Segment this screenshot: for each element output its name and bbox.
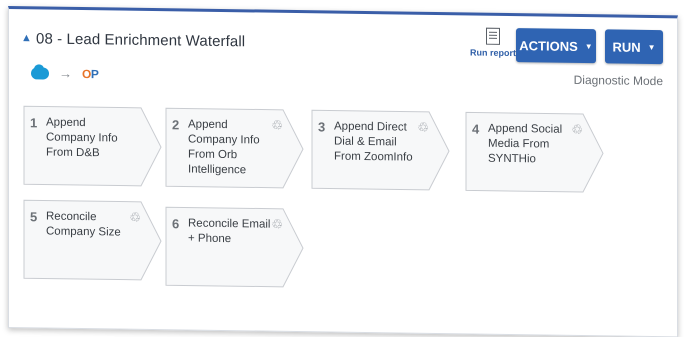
- chevron-down-icon: ▼: [647, 42, 656, 52]
- recycle-icon[interactable]: ♲: [571, 122, 583, 138]
- recycle-icon[interactable]: ♲: [129, 210, 141, 226]
- run-report-link[interactable]: Run report: [467, 27, 519, 58]
- step-3[interactable]: 3 Append Direct Dial & Email From ZoomIn…: [311, 109, 451, 191]
- step-6[interactable]: 6 Reconcile Email + Phone ♲: [165, 206, 305, 288]
- actions-button[interactable]: ACTIONS ▼: [516, 28, 596, 64]
- step-1[interactable]: 1 Append Company Info From D&B: [23, 105, 163, 187]
- step-2[interactable]: 2 Append Company Info From Orb Intellige…: [165, 107, 305, 189]
- collapse-caret-icon[interactable]: ▲: [21, 32, 32, 44]
- salesforce-cloud-icon: [31, 66, 49, 80]
- step-number: 5: [30, 209, 38, 225]
- openprise-logo: OP: [82, 66, 99, 81]
- step-number: 3: [318, 119, 326, 135]
- step-number: 6: [172, 216, 180, 232]
- step-label: Reconcile Company Size: [46, 210, 121, 239]
- step-label: Reconcile Email + Phone: [188, 217, 271, 246]
- step-number: 2: [172, 117, 180, 133]
- run-button[interactable]: RUN ▼: [605, 29, 663, 65]
- diagnostic-mode-label[interactable]: Diagnostic Mode: [574, 73, 663, 88]
- run-label: RUN: [612, 38, 641, 55]
- step-label: Append Social Media From SYNTHio: [488, 122, 563, 166]
- integration-flow: → OP: [31, 65, 98, 81]
- workflow-title: 08 - Lead Enrichment Waterfall: [36, 30, 246, 51]
- step-label: Append Company Info From D&B: [46, 116, 118, 160]
- step-label: Append Company Info From Orb Intelligenc…: [188, 118, 260, 177]
- step-4[interactable]: 4 Append Social Media From SYNTHio ♲: [465, 111, 605, 193]
- step-5[interactable]: 5 Reconcile Company Size ♲: [23, 199, 163, 281]
- arrow-right-icon: →: [59, 65, 72, 81]
- chevron-down-icon: ▼: [584, 41, 593, 51]
- recycle-icon[interactable]: ♲: [271, 217, 283, 233]
- recycle-icon[interactable]: ♲: [417, 120, 429, 136]
- run-report-label: Run report: [470, 47, 516, 59]
- document-icon: [486, 27, 500, 45]
- workflow-card: ▲ 08 - Lead Enrichment Waterfall → OP Ru…: [8, 6, 678, 337]
- recycle-icon[interactable]: ♲: [271, 118, 283, 134]
- step-number: 4: [472, 121, 480, 137]
- actions-label: ACTIONS: [519, 37, 578, 54]
- step-label: Append Direct Dial & Email From ZoomInfo: [334, 120, 413, 164]
- workflow-title-row[interactable]: ▲ 08 - Lead Enrichment Waterfall: [21, 30, 245, 50]
- step-number: 1: [30, 115, 38, 131]
